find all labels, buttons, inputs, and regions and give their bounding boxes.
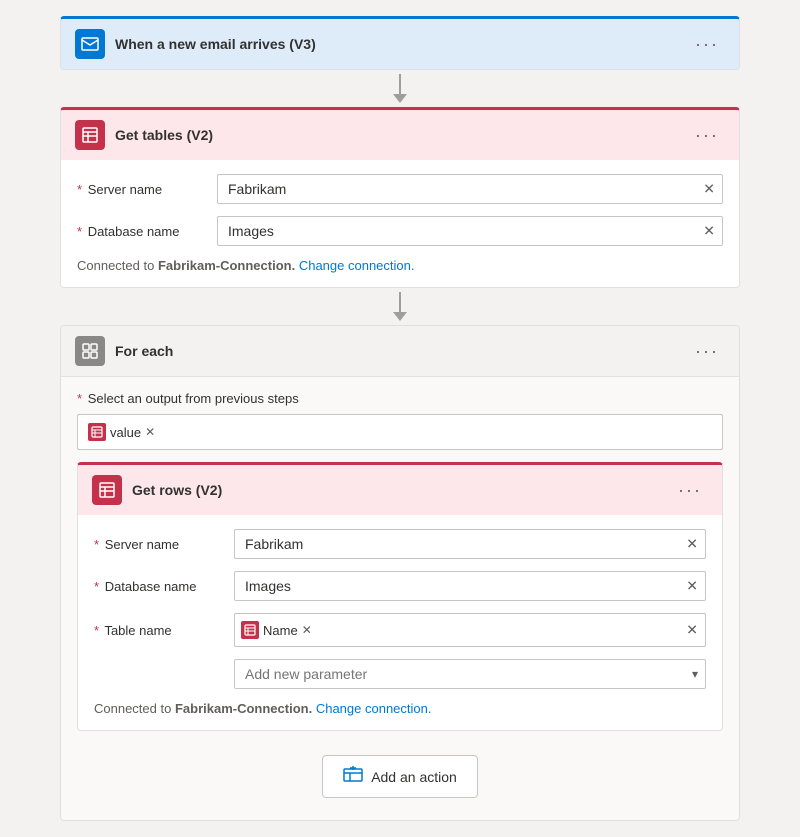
get-rows-title: Get rows (V2) <box>132 482 672 498</box>
database-name-row: * Database name ✕ <box>77 216 723 246</box>
rows-table-label: * Table name <box>94 623 234 638</box>
rows-database-input[interactable] <box>234 571 706 601</box>
add-param-input-wrap[interactable]: ▾ <box>234 659 706 689</box>
flow-container: When a new email arrives (V3) ··· Get ta… <box>60 16 740 821</box>
value-token: value ✕ <box>88 423 155 441</box>
add-action-button[interactable]: Add an action <box>322 755 478 798</box>
database-name-input-wrap: ✕ <box>217 216 723 246</box>
add-param-chevron-icon: ▾ <box>692 667 698 681</box>
get-tables-header: Get tables (V2) ··· <box>61 110 739 160</box>
server-name-input[interactable] <box>217 174 723 204</box>
get-tables-body: * Server name ✕ * Database name ✕ <box>61 160 739 287</box>
add-param-row: ▾ <box>94 659 706 689</box>
value-token-close[interactable]: ✕ <box>145 425 155 439</box>
get-tables-change-connection[interactable]: Change connection. <box>299 258 415 273</box>
get-tables-title: Get tables (V2) <box>115 127 689 143</box>
database-name-input[interactable] <box>217 216 723 246</box>
name-token-text: Name <box>263 623 298 638</box>
get-rows-body: * Server name ✕ * Database name <box>78 515 722 730</box>
arrow-line-2 <box>399 292 401 312</box>
email-trigger-menu[interactable]: ··· <box>689 32 725 57</box>
email-trigger-card: When a new email arrives (V3) ··· <box>60 16 740 70</box>
add-action-area: Add an action <box>77 747 723 806</box>
get-rows-icon <box>92 475 122 505</box>
get-rows-card: Get rows (V2) ··· * Server name ✕ <box>77 462 723 731</box>
database-name-label: * Database name <box>77 224 217 239</box>
server-name-label: * Server name <box>77 182 217 197</box>
get-tables-menu[interactable]: ··· <box>689 123 725 148</box>
rows-database-row: * Database name ✕ <box>94 571 706 601</box>
rows-table-row: * Table name <box>94 613 706 647</box>
value-token-text: value <box>110 425 141 440</box>
server-name-clear[interactable]: ✕ <box>703 181 715 198</box>
name-token: Name ✕ <box>241 621 312 639</box>
rows-database-label: * Database name <box>94 579 234 594</box>
server-name-row: * Server name ✕ <box>77 174 723 204</box>
get-rows-menu[interactable]: ··· <box>672 478 708 503</box>
foreach-icon <box>75 336 105 366</box>
get-rows-change-connection[interactable]: Change connection. <box>316 701 432 716</box>
get-rows-header: Get rows (V2) ··· <box>78 465 722 515</box>
email-trigger-title: When a new email arrives (V3) <box>115 36 689 52</box>
foreach-title: For each <box>115 343 689 359</box>
name-token-close[interactable]: ✕ <box>302 623 312 637</box>
rows-server-row: * Server name ✕ <box>94 529 706 559</box>
add-action-label: Add an action <box>371 769 457 785</box>
foreach-menu[interactable]: ··· <box>689 339 725 364</box>
name-token-icon <box>241 621 259 639</box>
get-tables-card: Get tables (V2) ··· * Server name ✕ * Da… <box>60 107 740 288</box>
get-tables-icon <box>75 120 105 150</box>
add-action-icon <box>343 764 363 789</box>
rows-server-input-wrap: ✕ <box>234 529 706 559</box>
rows-table-input-wrap: Name ✕ ✕ <box>234 613 706 647</box>
arrow-head-2 <box>393 312 407 321</box>
for-each-card: For each ··· * Select an output from pre… <box>60 325 740 821</box>
table-token-clear[interactable]: ✕ <box>686 622 698 639</box>
for-each-body: * Select an output from previous steps v… <box>61 377 739 820</box>
arrow-2 <box>393 288 407 325</box>
rows-database-clear[interactable]: ✕ <box>686 578 698 595</box>
arrow-line-1 <box>399 74 401 94</box>
email-trigger-header: When a new email arrives (V3) ··· <box>61 19 739 69</box>
foreach-token-input[interactable]: value ✕ <box>77 414 723 450</box>
rows-server-clear[interactable]: ✕ <box>686 536 698 553</box>
arrow-head-1 <box>393 94 407 103</box>
email-icon <box>75 29 105 59</box>
get-tables-connection: Connected to Fabrikam-Connection. Change… <box>77 258 723 273</box>
server-name-input-wrap: ✕ <box>217 174 723 204</box>
rows-server-label: * Server name <box>94 537 234 552</box>
value-token-icon <box>88 423 106 441</box>
get-rows-connection: Connected to Fabrikam-Connection. Change… <box>94 701 706 716</box>
table-token-input[interactable]: Name ✕ <box>234 613 706 647</box>
rows-database-input-wrap: ✕ <box>234 571 706 601</box>
arrow-1 <box>393 70 407 107</box>
database-name-clear[interactable]: ✕ <box>703 223 715 240</box>
add-param-input[interactable] <box>234 659 706 689</box>
rows-server-input[interactable] <box>234 529 706 559</box>
for-each-header: For each ··· <box>61 326 739 377</box>
select-output-label: * Select an output from previous steps <box>77 391 723 406</box>
